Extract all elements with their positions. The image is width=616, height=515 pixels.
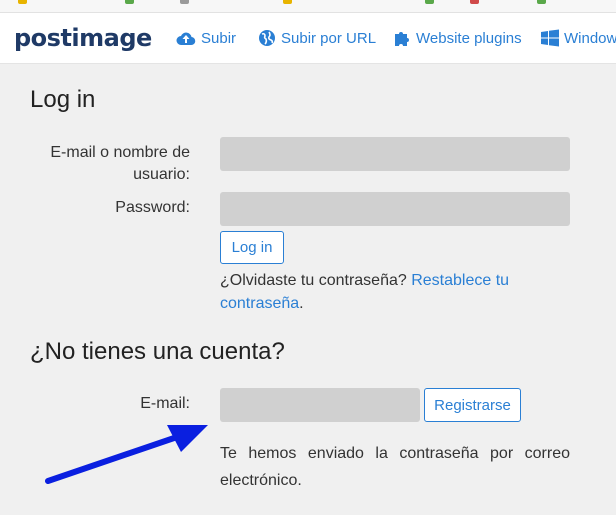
forgot-password-question: ¿Olvidaste tu contraseña? xyxy=(220,272,407,289)
bookmark-icon[interactable] xyxy=(425,0,434,4)
bookmarks-bar xyxy=(0,0,616,13)
bookmark-folder-icon[interactable] xyxy=(283,0,292,4)
forgot-password-text: ¿Olvidaste tu contraseña? Restablece tu … xyxy=(220,269,580,315)
postimage-logo[interactable]: postimage xyxy=(14,23,152,53)
nav-upload-url-label: Subir por URL xyxy=(281,29,377,47)
bookmark-folder-icon[interactable] xyxy=(18,0,27,4)
nav-windows[interactable]: Windows xyxy=(541,26,616,50)
login-title: Log in xyxy=(30,86,96,113)
username-input[interactable] xyxy=(220,137,570,171)
cloud-upload-icon xyxy=(176,32,196,46)
password-label: Password: xyxy=(115,199,190,216)
register-title: ¿No tienes una cuenta? xyxy=(30,338,285,365)
register-email-input[interactable] xyxy=(220,388,420,422)
password-sent-message: Te hemos enviado la contraseña por corre… xyxy=(220,445,570,489)
bookmark-icon[interactable] xyxy=(125,0,134,4)
bookmark-icon[interactable] xyxy=(537,0,546,4)
nav-upload[interactable]: Subir xyxy=(176,26,236,50)
nav-website-plugins-label: Website plugins xyxy=(416,29,522,47)
puzzle-icon xyxy=(395,32,409,46)
nav-windows-label: Windows xyxy=(564,29,616,47)
login-button[interactable]: Log in xyxy=(220,231,284,264)
windows-icon xyxy=(541,29,559,47)
globe-icon xyxy=(259,30,275,46)
annotation-arrow-icon xyxy=(45,425,208,484)
bookmark-icon[interactable] xyxy=(470,0,479,4)
nav-website-plugins[interactable]: Website plugins xyxy=(393,26,522,50)
nav-upload-label: Subir xyxy=(201,29,237,47)
username-label: E-mail o nombre de usuario: xyxy=(50,144,190,183)
nav-upload-url[interactable]: Subir por URL xyxy=(258,26,376,50)
password-input[interactable] xyxy=(220,192,570,226)
forgot-suffix: . xyxy=(299,295,304,312)
top-navbar: postimage Subir Subir por URL Website pl… xyxy=(0,13,616,64)
register-email-label: E-mail: xyxy=(140,395,190,412)
bookmark-icon[interactable] xyxy=(180,0,189,4)
register-button[interactable]: Registrarse xyxy=(424,388,521,422)
